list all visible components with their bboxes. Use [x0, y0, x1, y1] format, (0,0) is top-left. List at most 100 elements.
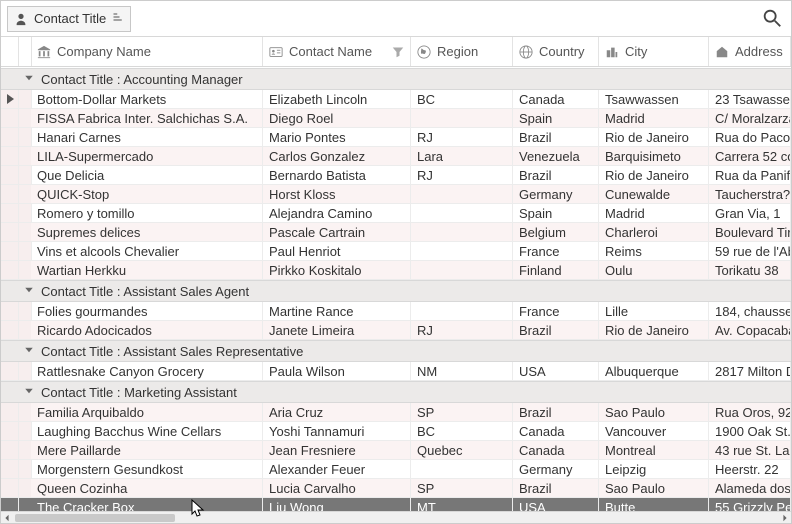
cell-company: Vins et alcools Chevalier [31, 242, 263, 261]
table-row[interactable]: Wartian Herkku Pirkko Koskitalo Finland … [1, 261, 791, 280]
cell-contact: Mario Pontes [263, 128, 411, 147]
cell-city: Tsawwassen [599, 90, 709, 109]
group-row[interactable]: Contact Title : Accounting Manager [1, 68, 791, 90]
cell-city: Oulu [599, 261, 709, 280]
group-chip-contact-title[interactable]: Contact Title [7, 6, 131, 32]
column-header-company[interactable]: Company Name [31, 37, 263, 66]
column-header-country[interactable]: Country [513, 37, 599, 66]
cell-city: Butte [599, 498, 709, 511]
row-indicator-header [1, 37, 19, 66]
cell-city: Vancouver [599, 422, 709, 441]
table-row[interactable]: Folies gourmandes Martine Rance France L… [1, 302, 791, 321]
table-row[interactable]: FISSA Fabrica Inter. Salchichas S.A. Die… [1, 109, 791, 128]
chevron-down-icon [23, 284, 37, 298]
cell-contact: Elizabeth Lincoln [263, 90, 411, 109]
table-row[interactable]: Ricardo Adocicados Janete Limeira RJ Bra… [1, 321, 791, 340]
grid-body[interactable]: Contact Title : Accounting Manager Botto… [1, 68, 791, 511]
column-header-contact[interactable]: Contact Name [263, 37, 411, 66]
table-row[interactable]: The Cracker Box Liu Wong MT USA Butte 55… [1, 498, 791, 511]
table-row[interactable]: Rattlesnake Canyon Grocery Paula Wilson … [1, 362, 791, 381]
row-indicator-cell [1, 498, 19, 511]
cell-company: Que Delicia [31, 166, 263, 185]
cell-contact: Alejandra Camino [263, 204, 411, 223]
cell-address: 43 rue St. Laure [709, 441, 791, 460]
cell-city: Montreal [599, 441, 709, 460]
cell-region [411, 185, 513, 204]
cell-city: Rio de Janeiro [599, 128, 709, 147]
table-row[interactable]: Familia Arquibaldo Aria Cruz SP Brazil S… [1, 403, 791, 422]
column-label: Company Name [57, 44, 151, 59]
chevron-down-icon [23, 72, 37, 86]
table-row[interactable]: Hanari Carnes Mario Pontes RJ Brazil Rio… [1, 128, 791, 147]
cell-address: Heerstr. 22 [709, 460, 791, 479]
column-label: Contact Name [289, 44, 372, 59]
cell-city: Albuquerque [599, 362, 709, 381]
column-header-city[interactable]: City [599, 37, 709, 66]
table-row[interactable]: Mere Paillarde Jean Fresniere Quebec Can… [1, 441, 791, 460]
cell-contact: Jean Fresniere [263, 441, 411, 460]
column-label: Region [437, 44, 478, 59]
table-row[interactable]: QUICK-Stop Horst Kloss Germany Cunewalde… [1, 185, 791, 204]
column-header-region[interactable]: Region [411, 37, 513, 66]
table-row[interactable]: Laughing Bacchus Wine Cellars Yoshi Tann… [1, 422, 791, 441]
cell-address: Rua do Paco, 67 [709, 128, 791, 147]
group-label: Contact Title : Assistant Sales Represen… [41, 344, 303, 359]
table-row[interactable]: LILA-Supermercado Carlos Gonzalez Lara V… [1, 147, 791, 166]
group-chip-label: Contact Title [34, 11, 106, 26]
row-indicator-cell [1, 128, 19, 147]
cell-address: 23 Tsawassen Bl [709, 90, 791, 109]
cell-region: BC [411, 422, 513, 441]
cell-address: Alameda dos Car [709, 479, 791, 498]
filter-icon[interactable] [392, 46, 404, 58]
column-header-address[interactable]: Address [709, 37, 791, 66]
cell-address: Gran Via, 1 [709, 204, 791, 223]
group-row[interactable]: Contact Title : Assistant Sales Agent [1, 280, 791, 302]
cell-company: The Cracker Box [31, 498, 263, 511]
row-indicator-cell [1, 321, 19, 340]
column-label: Address [735, 44, 783, 59]
cell-city: Barquisimeto [599, 147, 709, 166]
search-icon[interactable] [761, 7, 783, 29]
row-indicator-cell [1, 422, 19, 441]
cell-region: MT [411, 498, 513, 511]
cell-city: Sao Paulo [599, 479, 709, 498]
cell-contact: Paula Wilson [263, 362, 411, 381]
table-row[interactable]: Romero y tomillo Alejandra Camino Spain … [1, 204, 791, 223]
cell-region: Quebec [411, 441, 513, 460]
cell-company: Romero y tomillo [31, 204, 263, 223]
table-row[interactable]: Morgenstern Gesundkost Alexander Feuer G… [1, 460, 791, 479]
cell-country: Canada [513, 441, 599, 460]
cell-company: Supremes delices [31, 223, 263, 242]
cell-contact: Bernardo Batista [263, 166, 411, 185]
scrollbar-thumb[interactable] [15, 514, 175, 522]
cell-contact: Liu Wong [263, 498, 411, 511]
cell-company: Queen Cozinha [31, 479, 263, 498]
cell-contact: Paul Henriot [263, 242, 411, 261]
cell-company: Morgenstern Gesundkost [31, 460, 263, 479]
table-row[interactable]: Bottom-Dollar Markets Elizabeth Lincoln … [1, 90, 791, 109]
cell-address: Rua da Panificac [709, 166, 791, 185]
cell-contact: Pirkko Koskitalo [263, 261, 411, 280]
row-indicator-cell [1, 261, 19, 280]
horizontal-scrollbar[interactable] [1, 511, 791, 523]
cell-contact: Yoshi Tannamuri [263, 422, 411, 441]
row-indicator-cell [1, 166, 19, 185]
group-row[interactable]: Contact Title : Assistant Sales Represen… [1, 340, 791, 362]
cell-country: Canada [513, 422, 599, 441]
scroll-left-icon[interactable] [1, 513, 13, 523]
cell-address: Boulevard Tirou, [709, 223, 791, 242]
table-row[interactable]: Queen Cozinha Lucia Carvalho SP Brazil S… [1, 479, 791, 498]
group-label: Contact Title : Marketing Assistant [41, 385, 237, 400]
group-row[interactable]: Contact Title : Marketing Assistant [1, 381, 791, 403]
scroll-right-icon[interactable] [779, 513, 791, 523]
cell-contact: Aria Cruz [263, 403, 411, 422]
cell-address: Rua Oros, 92 [709, 403, 791, 422]
table-row[interactable]: Supremes delices Pascale Cartrain Belgiu… [1, 223, 791, 242]
table-row[interactable]: Que Delicia Bernardo Batista RJ Brazil R… [1, 166, 791, 185]
cell-address: Taucherstra?e 1 [709, 185, 791, 204]
cell-city: Cunewalde [599, 185, 709, 204]
cell-country: Spain [513, 109, 599, 128]
sort-asc-icon [112, 11, 124, 26]
cell-country: Germany [513, 460, 599, 479]
table-row[interactable]: Vins et alcools Chevalier Paul Henriot F… [1, 242, 791, 261]
